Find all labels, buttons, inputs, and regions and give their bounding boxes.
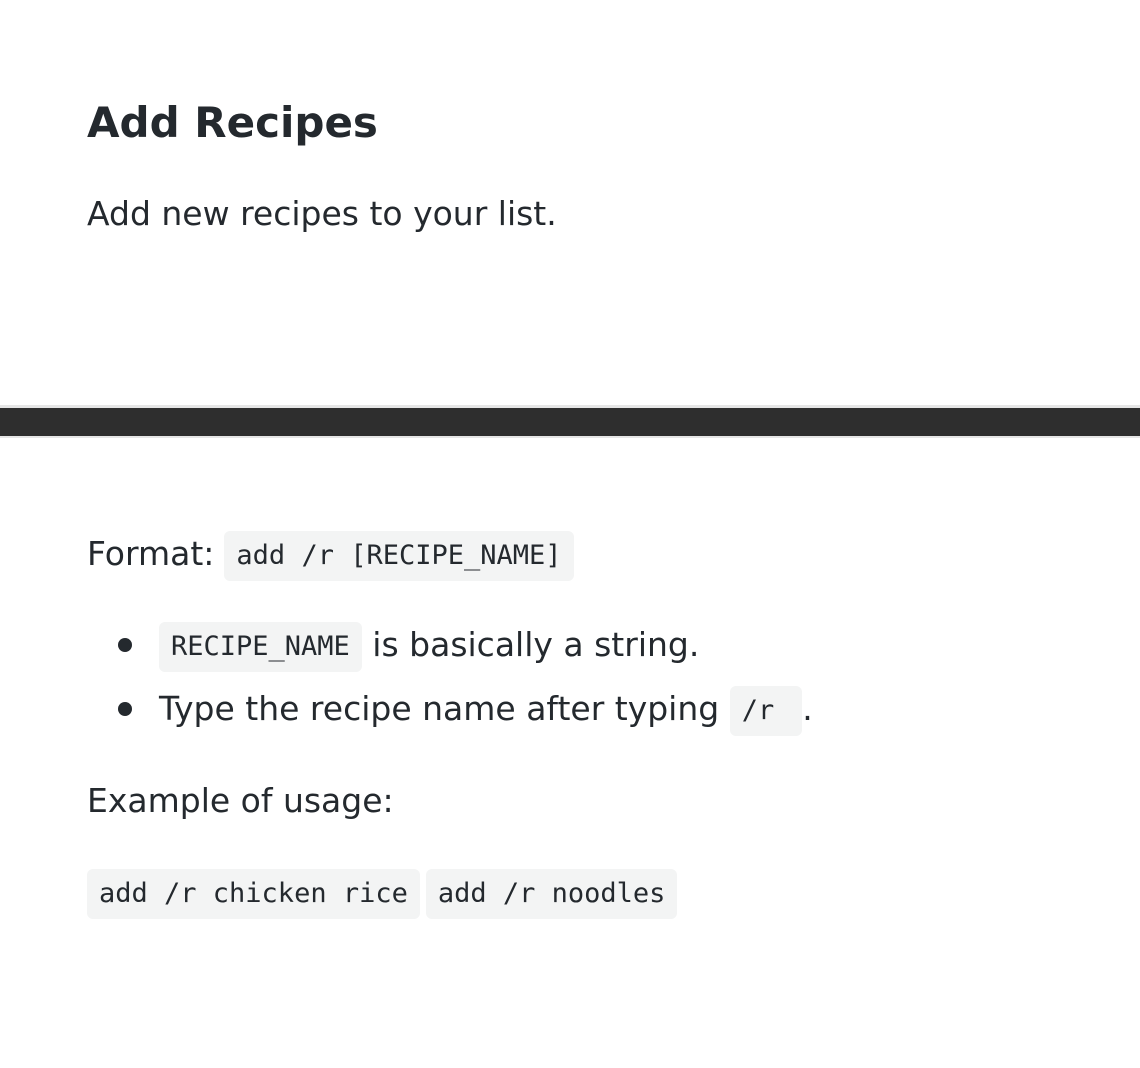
list-item: Type the recipe name after typing /r.	[114, 684, 813, 736]
format-label: Format:	[87, 534, 215, 573]
example-label: Example of usage:	[87, 781, 394, 820]
r-flag-code: /r	[729, 685, 803, 736]
section-divider	[0, 408, 1140, 436]
list-item: RECIPE_NAME is basically a string.	[114, 620, 813, 672]
notes-list: RECIPE_NAME is basically a string. Type …	[114, 620, 813, 748]
note-text: Type the recipe name after typing	[159, 689, 730, 728]
examples: add /r chicken rice add /r noodles	[87, 869, 683, 919]
page-description: Add new recipes to your list.	[87, 194, 557, 233]
divider-bottom-edge	[0, 436, 1140, 438]
note-text: is basically a string.	[361, 625, 700, 664]
example-code: add /r noodles	[425, 869, 678, 919]
example-code: add /r chicken rice	[87, 869, 420, 919]
page-title: Add Recipes	[87, 98, 378, 147]
format-syntax-code: add /r [RECIPE_NAME]	[224, 530, 574, 581]
bullet-icon	[118, 638, 132, 652]
format-line: Format: add /r [RECIPE_NAME]	[87, 528, 574, 581]
bullet-icon	[118, 702, 132, 716]
recipe-name-code: RECIPE_NAME	[159, 621, 362, 672]
note-suffix: .	[802, 689, 813, 728]
